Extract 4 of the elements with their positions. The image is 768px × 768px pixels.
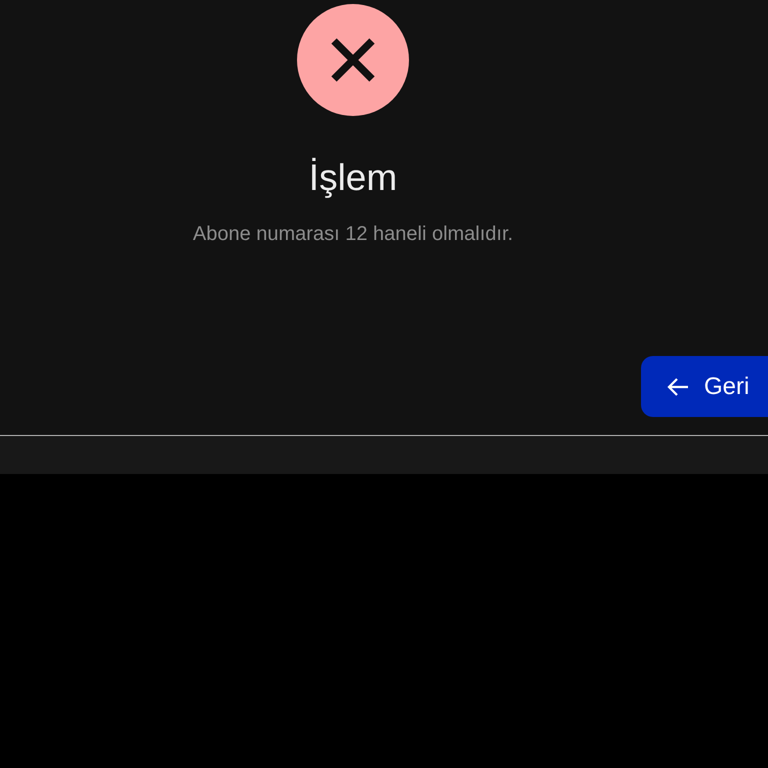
back-button[interactable]: Geri bbox=[641, 356, 768, 417]
dialog-message: Abone numarası 12 haneli olmalıdır. bbox=[192, 222, 514, 246]
dialog-title: İşlem bbox=[308, 156, 398, 200]
arrow-left-icon bbox=[667, 376, 689, 396]
